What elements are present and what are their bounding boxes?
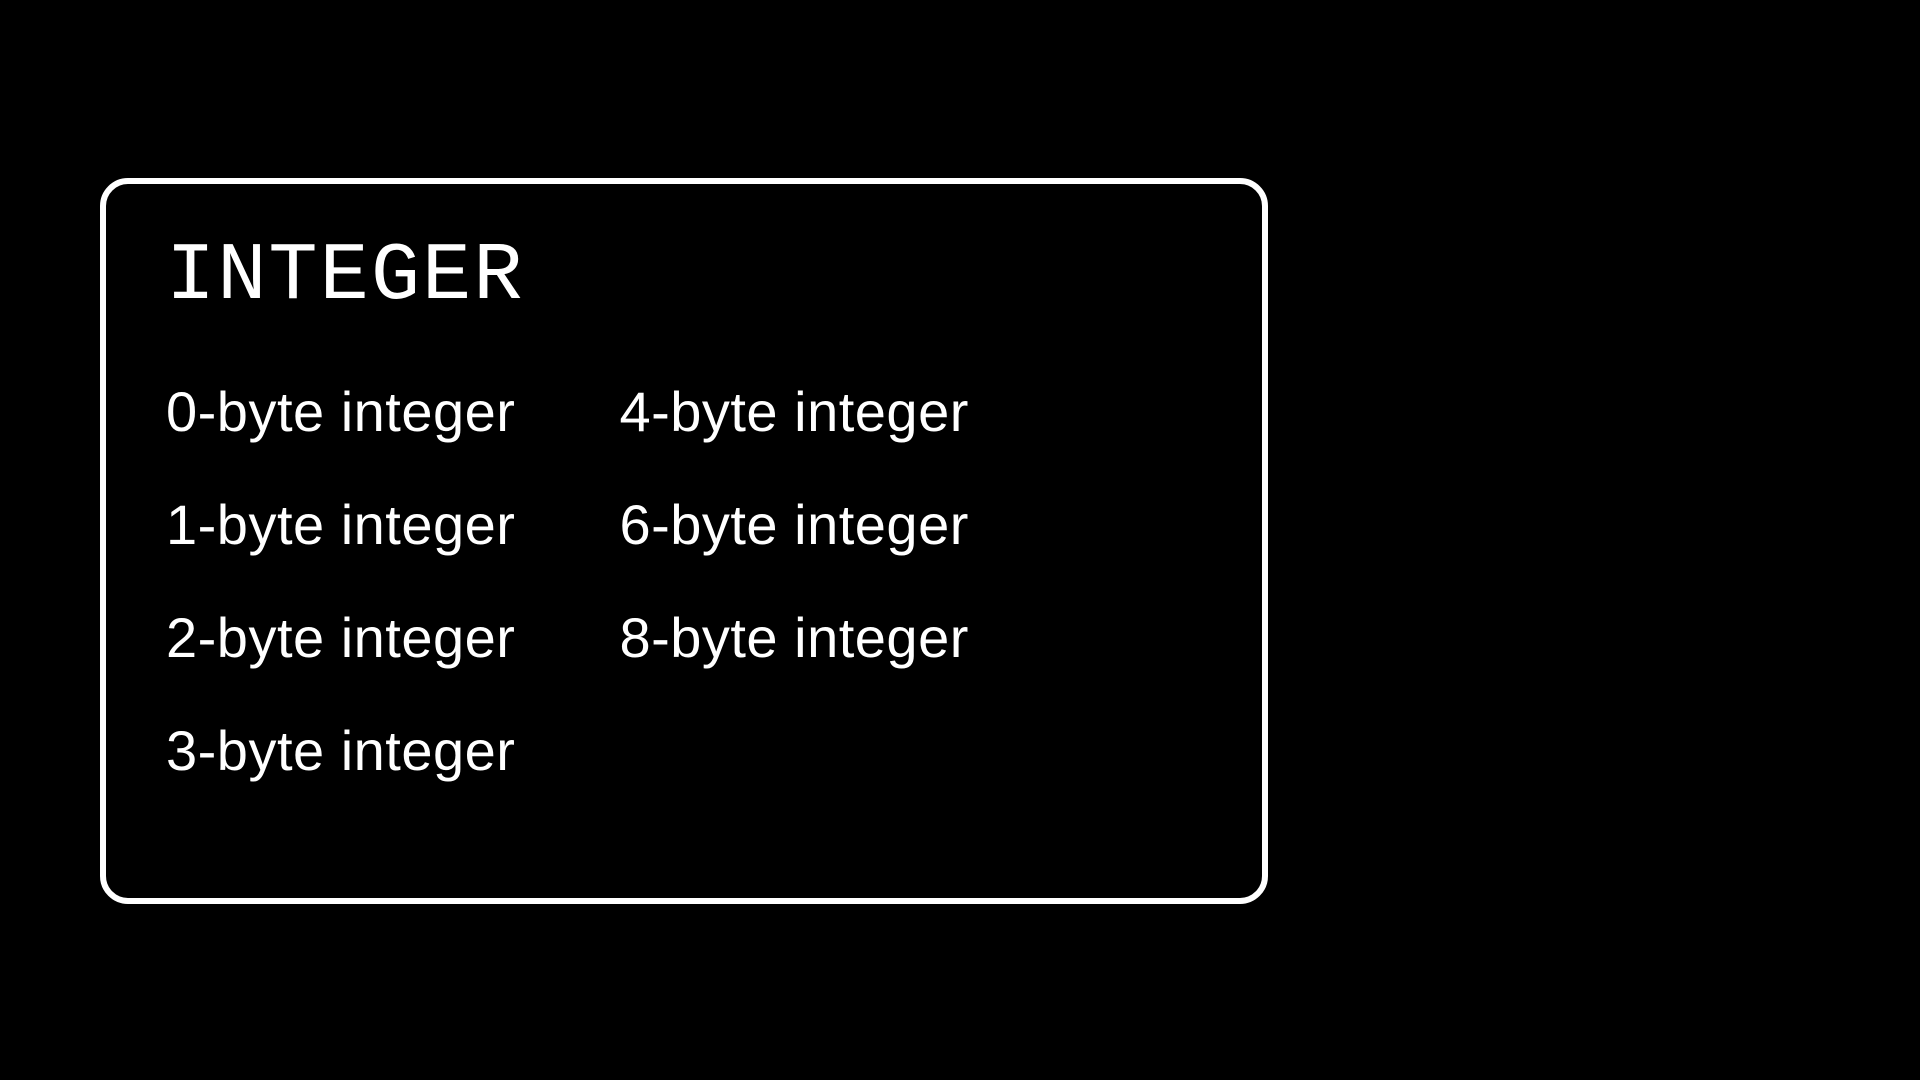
list-item: 4-byte integer bbox=[619, 379, 968, 444]
column-left: 0-byte integer 1-byte integer 2-byte int… bbox=[166, 379, 515, 783]
columns-container: 0-byte integer 1-byte integer 2-byte int… bbox=[166, 379, 1202, 783]
list-item: 6-byte integer bbox=[619, 492, 968, 557]
integer-types-box: INTEGER 0-byte integer 1-byte integer 2-… bbox=[100, 178, 1268, 904]
list-item: 2-byte integer bbox=[166, 605, 515, 670]
list-item: 0-byte integer bbox=[166, 379, 515, 444]
list-item: 1-byte integer bbox=[166, 492, 515, 557]
box-title: INTEGER bbox=[166, 230, 1202, 323]
column-right: 4-byte integer 6-byte integer 8-byte int… bbox=[619, 379, 968, 783]
list-item: 8-byte integer bbox=[619, 605, 968, 670]
list-item: 3-byte integer bbox=[166, 718, 515, 783]
